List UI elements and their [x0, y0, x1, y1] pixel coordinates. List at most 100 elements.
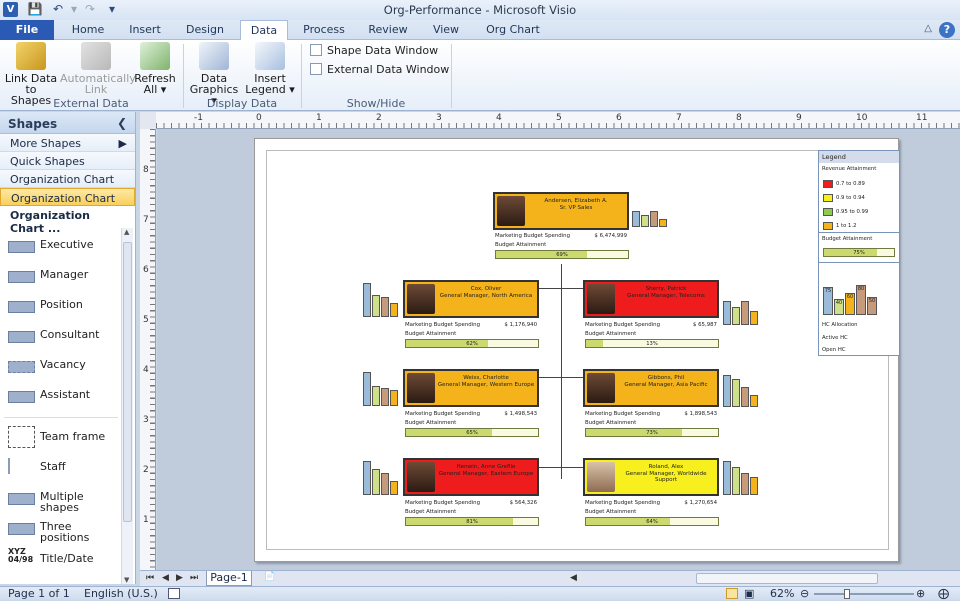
hc-mini-chart [363, 370, 399, 406]
external-data-window-label: External Data Window [327, 63, 450, 76]
refresh-icon [140, 42, 170, 70]
ruler-ticks [150, 129, 155, 570]
collapse-panel-icon[interactable]: ❮ [117, 116, 127, 130]
org-node-cox[interactable]: Cox, Oliver General Manager, North Americ… [403, 280, 539, 318]
shape-position[interactable]: Position [0, 294, 120, 324]
tab-file[interactable]: File [0, 20, 54, 40]
page-tab-1[interactable]: Page-1 [206, 571, 252, 586]
tab-insert[interactable]: Insert [122, 20, 168, 40]
org-node-henwin[interactable]: Henwin, Anne Greflie General Manager, Eas… [403, 458, 539, 496]
automatically-link-button[interactable]: Automatically Link [60, 42, 136, 95]
more-shapes-menu[interactable]: More Shapes ▶ [0, 134, 135, 152]
zoom-in-icon[interactable]: ⊕ [916, 587, 925, 601]
page-count[interactable]: Page 1 of 1 [8, 587, 70, 601]
legend-range: 0.95 to 0.99 [836, 209, 869, 215]
stencil-org-chart-1[interactable]: Organization Chart Sh... [0, 170, 135, 199]
shape-team-frame[interactable]: Team frame [0, 426, 120, 456]
horizontal-scroll-thumb[interactable] [696, 573, 878, 584]
fit-to-window-icon[interactable]: ⨁ [938, 587, 949, 601]
shape-three-positions[interactable]: Three positions [0, 516, 120, 546]
ruler-tick-label: 7 [676, 113, 682, 123]
macro-record-icon[interactable] [168, 588, 180, 599]
legend-swatch [823, 194, 833, 202]
shapes-header: Shapes ❮ [0, 112, 135, 134]
status-bar: Page 1 of 1 English (U.S.) ▣ 62% ⊖ ⊕ ⨁ [0, 586, 960, 600]
spend-line: Marketing Budget Spending $ 564,326 [405, 500, 537, 506]
chevron-down-icon: ▾ [289, 83, 295, 96]
ruler-tick-label: 3 [436, 113, 442, 123]
first-page-icon[interactable]: ⏮ [146, 573, 154, 583]
tab-data[interactable]: Data [240, 20, 288, 41]
position-shape-icon [8, 301, 35, 313]
shape-staff[interactable]: Staff [0, 456, 120, 486]
zoom-level[interactable]: 62% [770, 587, 794, 601]
next-page-icon[interactable]: ▶ [176, 573, 183, 583]
org-node-andersen[interactable]: Andersen, Elizabeth A. Sr. VP Sales [493, 192, 629, 230]
minimize-ribbon-icon[interactable]: △ [924, 23, 932, 34]
ruler-tick-label: 0 [256, 113, 262, 123]
org-node-roland[interactable]: Roland, Alex General Manager, Worldwide S… [583, 458, 719, 496]
shape-title-date[interactable]: XYZ 04/98 Title/Date [0, 548, 120, 578]
ruler-tick-label: 2 [143, 465, 149, 475]
shape-manager[interactable]: Manager [0, 264, 120, 294]
horizontal-ruler[interactable]: -1 0 1 2 3 4 5 6 7 8 9 10 11 [156, 112, 960, 129]
scroll-down-icon[interactable]: ▼ [124, 576, 129, 584]
prev-page-icon[interactable]: ◀ [162, 573, 169, 583]
ruler-tick-label: 9 [796, 113, 802, 123]
tab-review[interactable]: Review [362, 20, 414, 40]
node-title: General Manager, Asia Pacific [624, 381, 708, 388]
ruler-ticks [156, 123, 960, 128]
legend-range: 1 to 1.2 [836, 223, 857, 229]
zoom-out-icon[interactable]: ⊖ [800, 587, 809, 601]
zoom-slider-handle[interactable] [844, 589, 850, 599]
data-graphics-legend[interactable]: Legend Revenue Attainment 0.7 to 0.89 0.… [818, 150, 900, 356]
refresh-all-button[interactable]: Refresh All ▾ [134, 42, 176, 95]
shape-consultant[interactable]: Consultant [0, 324, 120, 354]
vacancy-shape-icon [8, 361, 35, 373]
spend-value: $ 564,326 [509, 500, 537, 506]
shapes-scrollbar[interactable]: ▲ ▼ [121, 228, 133, 584]
insert-page-icon[interactable]: 📄 [264, 572, 275, 582]
tab-home[interactable]: Home [64, 20, 112, 40]
stencil-org-chart-2[interactable]: Organization Chart Sh... [0, 188, 135, 218]
org-node-weiss[interactable]: Weiss, Charlotte General Manager, Western… [403, 369, 539, 407]
help-icon[interactable]: ? [939, 22, 955, 38]
shape-vacancy[interactable]: Vacancy [0, 354, 120, 384]
scroll-up-icon[interactable]: ▲ [124, 228, 129, 236]
last-page-icon[interactable]: ⏭ [190, 573, 198, 583]
tab-process[interactable]: Process [296, 20, 352, 40]
tab-view[interactable]: View [424, 20, 468, 40]
drawing-canvas[interactable]: Andersen, Elizabeth A. Sr. VP Sales Marke… [157, 129, 960, 570]
attain-label: Budget Attainment [405, 509, 457, 515]
avatar [407, 284, 435, 314]
quick-shapes-item[interactable]: Quick Shapes [0, 152, 135, 170]
insert-legend-button[interactable]: Insert Legend ▾ [244, 42, 296, 95]
shape-assistant[interactable]: Assistant [0, 384, 120, 414]
presentation-mode-icon[interactable]: ▣ [744, 587, 754, 601]
org-node-sherry[interactable]: Sherry, Patrick General Manager, Telecoms [583, 280, 719, 318]
tab-org-chart[interactable]: Org Chart [478, 20, 548, 40]
drawing-page[interactable]: Andersen, Elizabeth A. Sr. VP Sales Marke… [254, 138, 900, 562]
ribbon-data: Link Data to Shapes Automatically Link R… [0, 40, 960, 111]
scroll-left-icon[interactable]: ◀ [570, 573, 577, 583]
ruler-tick-label: 1 [316, 113, 322, 123]
spend-value: $ 1,898,543 [684, 411, 717, 417]
node-title: General Manager, Western Europe [437, 381, 535, 388]
connector-line [561, 264, 562, 479]
language[interactable]: English (U.S.) [84, 587, 158, 601]
ruler-tick-label: 2 [376, 113, 382, 123]
shape-multiple[interactable]: Multiple shapes [0, 486, 120, 516]
shape-data-window-checkbox[interactable] [310, 44, 322, 56]
node-name: Cox, Oliver [470, 286, 502, 292]
shapes-scroll-thumb[interactable] [123, 242, 132, 522]
zoom-slider-track[interactable] [814, 593, 914, 595]
tab-design[interactable]: Design [180, 20, 230, 40]
attain-label: Budget Attainment [495, 242, 547, 248]
full-screen-icon[interactable] [726, 588, 738, 599]
executive-shape-icon [8, 241, 35, 253]
vertical-ruler[interactable]: 8 7 6 5 4 3 2 1 [140, 129, 156, 570]
ruler-tick-label: 6 [143, 265, 149, 275]
external-data-window-checkbox[interactable] [310, 63, 322, 75]
shape-executive[interactable]: Executive [0, 234, 120, 264]
org-node-gibbons[interactable]: Gibbons, Phil General Manager, Asia Pacif… [583, 369, 719, 407]
